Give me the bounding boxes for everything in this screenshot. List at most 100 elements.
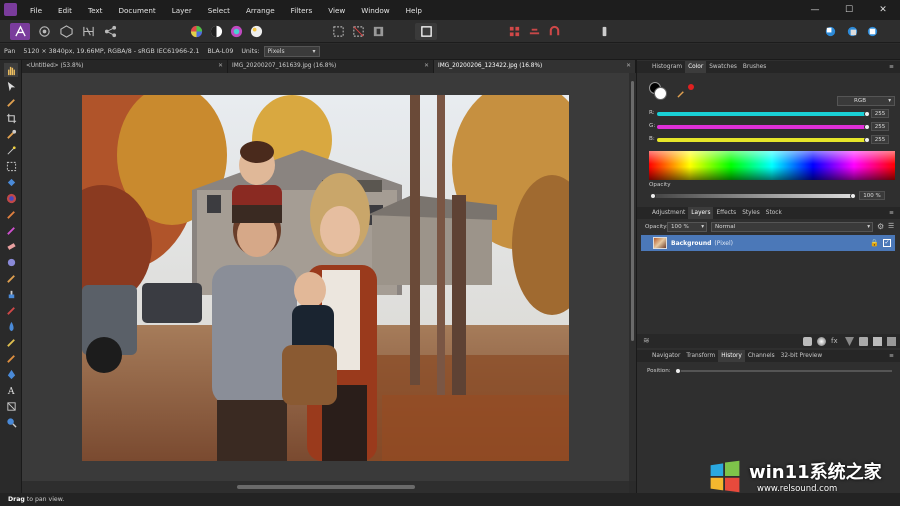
tab-histogram[interactable]: Histogram [649,61,685,73]
adjustment-layer-icon[interactable] [817,337,826,346]
fill-stroke-swatch[interactable] [649,82,667,100]
levels-icon[interactable] [208,23,225,40]
gradient-tool-icon[interactable] [4,191,18,205]
menu-select[interactable]: Select [200,6,238,15]
r-slider-knob[interactable] [864,111,870,117]
magnet-icon[interactable] [546,23,563,40]
eyedropper-icon[interactable] [677,83,686,98]
panel-menu-icon[interactable]: ≡ [886,61,897,73]
menu-help[interactable]: Help [398,6,430,15]
clone-tool-icon[interactable] [4,255,18,269]
healing-tool-icon[interactable] [4,271,18,285]
menu-arrange[interactable]: Arrange [238,6,283,15]
flood-select-tool-icon[interactable] [4,143,18,157]
blur-tool-icon[interactable] [4,319,18,333]
tab-history[interactable]: History [718,350,745,362]
fill-tool-icon[interactable] [4,175,18,189]
photo-persona-icon[interactable] [10,23,30,40]
group-layers-icon[interactable] [859,337,868,346]
tab-img-123422[interactable]: IMG_20200206_123422.jpg (16.8%) ✕ [434,60,636,73]
horizontal-scrollbar[interactable] [22,481,629,493]
menu-layer[interactable]: Layer [164,6,200,15]
minimize-button[interactable]: — [798,0,832,20]
b-channel-slider[interactable] [657,138,867,142]
text-tool-icon[interactable]: A [4,383,18,397]
layer-opacity-field[interactable]: 100 % ▾ [667,222,707,232]
g-value[interactable]: 255 [871,122,889,131]
color-model-dropdown[interactable]: RGB ▾ [837,96,895,106]
lock-icon[interactable]: 🔒 [870,239,879,247]
fx-icon[interactable]: fx [831,337,840,346]
close-window-button[interactable]: ✕ [866,0,900,20]
move-tool-icon[interactable] [4,79,18,93]
develop-persona-icon[interactable] [58,23,75,40]
r-value[interactable]: 255 [871,109,889,118]
erase-tool-icon[interactable] [4,239,18,253]
tab-channels[interactable]: Channels [745,350,778,362]
tab-navigator[interactable]: Navigator [649,350,683,362]
assistant-options-icon[interactable] [506,23,523,40]
tab-img-161639[interactable]: IMG_20200207_161639.jpg (16.8%) ✕ [228,60,434,73]
color-wheel-icon[interactable] [188,23,205,40]
opacity-value[interactable]: 100 % [859,191,885,200]
tab-transform[interactable]: Transform [683,350,718,362]
tone-mapping-persona-icon[interactable] [80,23,97,40]
close-icon[interactable]: ✕ [626,60,631,73]
units-dropdown[interactable]: Pixels ▾ [263,46,320,57]
tab-stock[interactable]: Stock [763,207,785,219]
document-canvas[interactable] [22,73,629,481]
g-channel-slider[interactable] [657,125,867,129]
menu-window[interactable]: Window [353,6,397,15]
history-position-slider[interactable] [677,370,892,372]
opacity-slider-knob[interactable] [850,193,856,199]
marquee-select-icon[interactable] [330,23,347,40]
vertical-scroll-thumb[interactable] [631,81,634,341]
gear-icon[interactable]: ⚙ [877,222,884,231]
blend-mode-dropdown[interactable]: Normal ▾ [711,222,873,232]
tab-untitled[interactable]: <Untitled> (53.8%) ✕ [22,60,228,73]
arrange-back-icon[interactable] [844,23,861,40]
red-eye-tool-icon[interactable] [4,303,18,317]
panel-menu-icon[interactable]: ≡ [886,207,897,219]
b-slider-knob[interactable] [864,137,870,143]
hand-pointer-icon[interactable] [596,23,613,40]
liquify-persona-icon[interactable] [36,23,53,40]
color-spectrum[interactable] [649,151,895,180]
add-pixel-layer-icon[interactable] [873,337,882,346]
delete-layer-icon[interactable] [887,337,896,346]
pen-tool-icon[interactable] [4,367,18,381]
crop-tool-icon[interactable] [4,111,18,125]
horizontal-scroll-thumb[interactable] [237,485,415,489]
menu-document[interactable]: Document [111,6,164,15]
tab-32bit-preview[interactable]: 32-bit Preview [778,350,825,362]
arrange-front-icon[interactable] [822,23,839,40]
selection-brush-tool-icon[interactable] [4,127,18,141]
maximize-button[interactable]: ☐ [832,0,866,20]
tab-adjustment[interactable]: Adjustment [649,207,688,219]
shape-tool-icon[interactable] [4,399,18,413]
g-slider-knob[interactable] [864,124,870,130]
close-icon[interactable]: ✕ [218,60,223,73]
b-value[interactable]: 255 [871,135,889,144]
tab-brushes[interactable]: Brushes [740,61,769,73]
vertical-scrollbar[interactable] [629,73,636,481]
tab-layers[interactable]: Layers [688,207,714,219]
layer-order-icon[interactable] [864,23,881,40]
paint-brush-tool-icon[interactable] [4,207,18,221]
tab-color[interactable]: Color [685,61,707,73]
hsl-icon[interactable] [228,23,245,40]
pixel-tool-icon[interactable] [4,223,18,237]
snapping-icon[interactable] [526,23,543,40]
menu-text[interactable]: Text [80,6,111,15]
visibility-checkbox[interactable]: ✓ [883,239,891,247]
menu-file[interactable]: File [22,6,50,15]
mask-layer-icon[interactable] [803,337,812,346]
dodge-tool-icon[interactable] [4,335,18,349]
tab-effects[interactable]: Effects [713,207,739,219]
history-slider-knob[interactable] [675,368,681,374]
invert-selection-icon[interactable] [370,23,387,40]
panel-menu-icon[interactable]: ≡ [886,350,897,362]
layers-stack-icon[interactable]: ≋ [643,336,650,345]
white-balance-icon[interactable] [248,23,265,40]
menu-view[interactable]: View [320,6,353,15]
